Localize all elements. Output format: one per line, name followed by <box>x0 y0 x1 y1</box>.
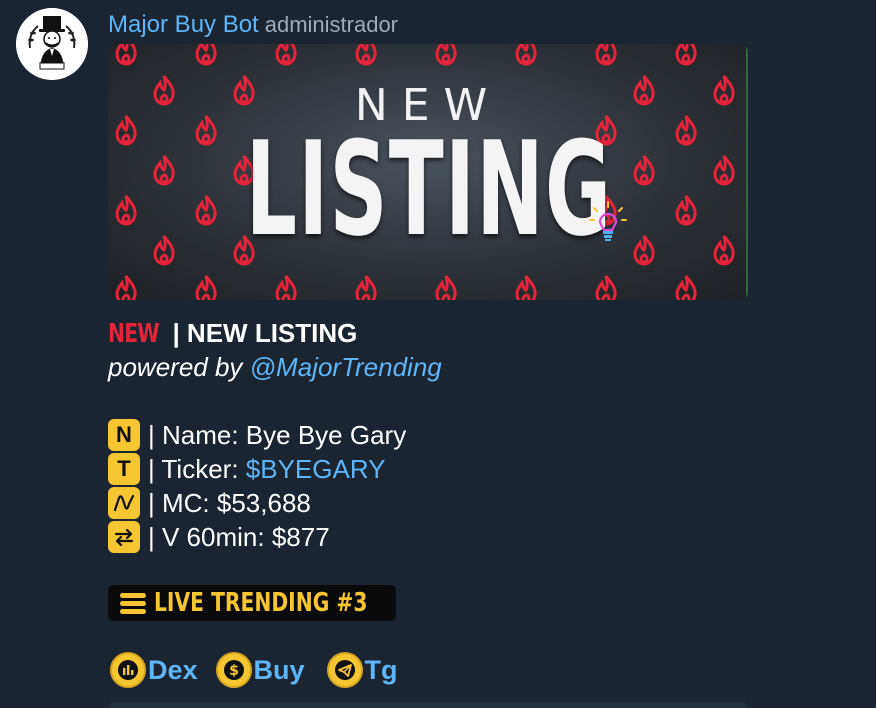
headline: NEW | NEW LISTING <box>108 316 357 351</box>
flame-icon <box>115 44 137 66</box>
next-message-edge <box>108 702 748 708</box>
swap-arrows-icon <box>108 521 140 553</box>
new-listing-banner[interactable]: NEW LISTING <box>108 44 748 300</box>
field-value: Bye Bye Gary <box>245 420 407 450</box>
live-trending-badge[interactable]: LIVE TRENDING #3 <box>108 585 396 621</box>
dex-link[interactable]: Dex <box>110 652 198 688</box>
powered-prefix: powered by <box>108 352 243 382</box>
gentleman-logo-icon <box>16 8 88 80</box>
flame-icon <box>675 44 697 66</box>
lightbulb-icon <box>589 201 627 241</box>
dollar-coin-icon: $ <box>215 652 252 688</box>
field-label: | Name: <box>148 420 239 450</box>
flame-icon <box>675 195 697 226</box>
flame-icon <box>515 44 537 66</box>
tg-link[interactable]: Tg <box>326 652 398 688</box>
flame-icon <box>515 275 537 300</box>
banner-title-listing: LISTING <box>245 113 613 265</box>
flame-icon <box>195 195 217 226</box>
flame-icon <box>633 155 655 186</box>
field-mc: | MC: $53,688 <box>108 486 311 520</box>
flame-icon <box>195 275 217 300</box>
flame-icon <box>275 44 297 66</box>
sender-role: administrador <box>264 12 399 37</box>
ticker-link[interactable]: $BYEGARY <box>246 452 386 486</box>
flame-icon <box>115 275 137 300</box>
flame-icon <box>595 275 617 300</box>
message-header: Major Buy Bot administrador <box>108 10 398 40</box>
flame-icon <box>633 235 655 266</box>
field-label: | MC: <box>148 488 210 518</box>
dex-label: Dex <box>148 654 198 685</box>
flame-icon <box>275 275 297 300</box>
new-tag-icon: NEW <box>108 319 160 349</box>
flame-icon <box>355 44 377 66</box>
trending-label: LIVE TRENDING #3 <box>154 588 368 618</box>
svg-text:$: $ <box>229 663 239 679</box>
chart-wave-icon <box>108 487 140 519</box>
field-volume: | V 60min: $877 <box>108 520 330 554</box>
flame-icon <box>153 155 175 186</box>
action-links: Dex $ Buy Tg <box>110 652 416 688</box>
field-value: $53,688 <box>216 488 311 518</box>
tg-label: Tg <box>364 654 398 685</box>
flame-icon <box>153 235 175 266</box>
headline-text: | NEW LISTING <box>172 318 358 348</box>
field-value: $877 <box>271 522 330 552</box>
stack-icon <box>120 593 146 614</box>
chart-bars-icon <box>110 652 146 688</box>
flame-icon <box>195 44 217 66</box>
buy-label: Buy <box>253 654 305 685</box>
sender-avatar[interactable] <box>16 8 88 80</box>
flame-icon <box>595 44 617 66</box>
flame-icon <box>355 275 377 300</box>
powered-link[interactable]: @MajorTrending <box>250 352 442 382</box>
telegram-plane-icon <box>326 652 363 688</box>
field-label: | V 60min: <box>148 522 265 552</box>
flame-icon <box>713 235 735 266</box>
powered-by-line: powered by @MajorTrending <box>108 350 442 384</box>
flame-icon <box>675 275 697 300</box>
letter-n-icon: N <box>108 419 140 451</box>
letter-t-icon: T <box>108 453 140 485</box>
buy-link[interactable]: $ Buy <box>215 652 305 688</box>
flame-icon <box>115 195 137 226</box>
flame-icon <box>713 155 735 186</box>
flame-icon <box>435 44 457 66</box>
field-ticker: T | Ticker: $BYEGARY <box>108 452 385 486</box>
field-name: N | Name: Bye Bye Gary <box>108 418 406 452</box>
field-label: | Ticker: <box>148 454 239 484</box>
sender-name[interactable]: Major Buy Bot <box>108 11 259 38</box>
flame-icon <box>435 275 457 300</box>
